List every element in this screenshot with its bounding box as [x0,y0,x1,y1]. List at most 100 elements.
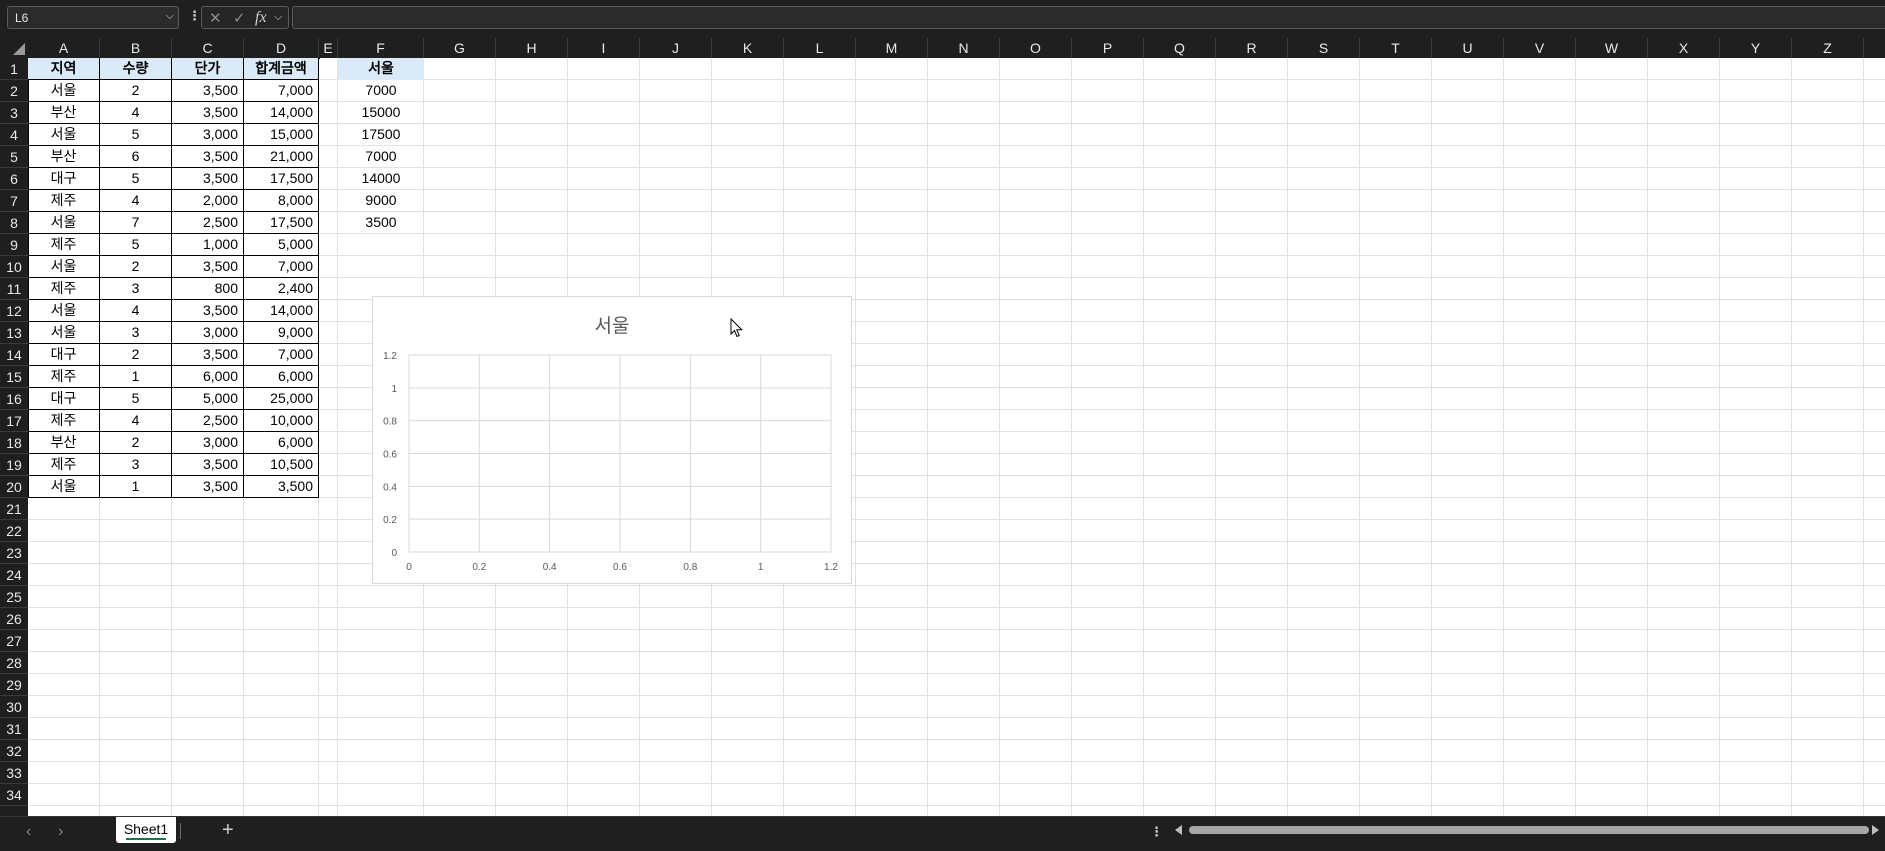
scroll-options-icon[interactable]: ⋮ [1150,824,1163,840]
table-cell[interactable]: 부산 [28,432,100,454]
table-header-cell[interactable]: 수량 [100,58,172,80]
table-cell[interactable]: 2,400 [244,278,319,300]
column-header-y[interactable]: Y [1720,38,1792,58]
table-cell[interactable]: 3 [100,454,172,476]
table-cell[interactable]: 3,500 [172,344,244,366]
table-cell[interactable]: 3,500 [172,102,244,124]
column-header-m[interactable]: M [856,38,928,58]
row-header-30[interactable]: 30 [0,696,28,718]
column-header-k[interactable]: K [712,38,784,58]
table-cell[interactable]: 7,000 [244,344,319,366]
table-cell[interactable]: 5 [100,234,172,256]
table-cell[interactable]: 대구 [28,168,100,190]
table-cell[interactable]: 제주 [28,190,100,212]
row-header-14[interactable]: 14 [0,344,28,366]
result-cell[interactable]: 7000 [338,80,424,102]
column-header-b[interactable]: B [100,38,172,58]
table-cell[interactable]: 서울 [28,476,100,498]
row-header-13[interactable]: 13 [0,322,28,344]
column-header-n[interactable]: N [928,38,1000,58]
column-header-p[interactable]: P [1072,38,1144,58]
row-header-15[interactable]: 15 [0,366,28,388]
table-cell[interactable]: 서울 [28,124,100,146]
column-header-l[interactable]: L [784,38,856,58]
row-header-19[interactable]: 19 [0,454,28,476]
row-header-5[interactable]: 5 [0,146,28,168]
table-cell[interactable]: 21,000 [244,146,319,168]
cancel-icon[interactable]: ✕ [209,9,222,27]
row-header-9[interactable]: 9 [0,234,28,256]
name-box[interactable]: L6 ⌵ [7,6,179,29]
row-header-29[interactable]: 29 [0,674,28,696]
column-header-t[interactable]: T [1360,38,1432,58]
table-cell[interactable]: 2,000 [172,190,244,212]
result-cell[interactable]: 3500 [338,212,424,234]
table-cell[interactable]: 7,000 [244,80,319,102]
table-cell[interactable]: 4 [100,102,172,124]
table-cell[interactable]: 대구 [28,388,100,410]
column-header-j[interactable]: J [640,38,712,58]
row-header-34[interactable]: 34 [0,784,28,806]
column-header-h[interactable]: H [496,38,568,58]
result-cell[interactable]: 14000 [338,168,424,190]
table-cell[interactable]: 15,000 [244,124,319,146]
column-header-i[interactable]: I [568,38,640,58]
table-cell[interactable]: 4 [100,410,172,432]
result-cell[interactable]: 9000 [338,190,424,212]
row-header-16[interactable]: 16 [0,388,28,410]
row-header-27[interactable]: 27 [0,630,28,652]
select-all-button[interactable] [0,38,28,58]
row-header-20[interactable]: 20 [0,476,28,498]
table-cell[interactable]: 제주 [28,234,100,256]
table-cell[interactable]: 3,500 [244,476,319,498]
table-cell[interactable]: 3,000 [172,322,244,344]
criteria-header-cell[interactable]: 서울 [338,58,424,80]
row-header-2[interactable]: 2 [0,80,28,102]
row-header-8[interactable]: 8 [0,212,28,234]
table-cell[interactable]: 제주 [28,454,100,476]
table-cell[interactable]: 2 [100,80,172,102]
column-header-u[interactable]: U [1432,38,1504,58]
result-cell[interactable]: 7000 [338,146,424,168]
row-header-6[interactable]: 6 [0,168,28,190]
row-header-10[interactable]: 10 [0,256,28,278]
table-cell[interactable]: 대구 [28,344,100,366]
row-header-23[interactable]: 23 [0,542,28,564]
table-cell[interactable]: 5 [100,124,172,146]
add-sheet-button[interactable]: + [222,819,234,842]
table-cell[interactable]: 9,000 [244,322,319,344]
table-cell[interactable]: 5,000 [244,234,319,256]
table-cell[interactable]: 서울 [28,212,100,234]
column-header-w[interactable]: W [1576,38,1648,58]
table-cell[interactable]: 제주 [28,410,100,432]
previous-sheet-icon[interactable]: ‹ [26,823,31,841]
table-cell[interactable]: 서울 [28,322,100,344]
column-header-g[interactable]: G [424,38,496,58]
table-cell[interactable]: 서울 [28,256,100,278]
chevron-down-icon[interactable]: ⌵ [166,10,174,23]
table-cell[interactable]: 10,500 [244,454,319,476]
table-cell[interactable]: 3,500 [172,300,244,322]
scroll-left-icon[interactable] [1175,825,1182,835]
table-cell[interactable]: 5 [100,168,172,190]
row-header-32[interactable]: 32 [0,740,28,762]
table-cell[interactable]: 3,500 [172,168,244,190]
table-cell[interactable]: 7 [100,212,172,234]
table-cell[interactable]: 2 [100,344,172,366]
result-cell[interactable]: 15000 [338,102,424,124]
row-header-1[interactable]: 1 [0,58,28,80]
chevron-down-icon[interactable]: ⌵ [274,11,282,24]
column-header-f[interactable]: F [338,38,424,58]
column-header-a[interactable]: A [28,38,100,58]
formula-input[interactable] [292,6,1885,29]
table-cell[interactable]: 800 [172,278,244,300]
column-header-z[interactable]: Z [1792,38,1864,58]
table-cell[interactable]: 서울 [28,80,100,102]
more-options-icon[interactable]: ⋮ [188,8,201,24]
table-cell[interactable]: 17,500 [244,212,319,234]
table-cell[interactable]: 1 [100,476,172,498]
row-header-33[interactable]: 33 [0,762,28,784]
worksheet-grid[interactable]: 서울 0 0.2 0.4 0.6 0.8 1 1.2 0 0.2 0.4 0.6 0.8 1 1.2 지역… [28,58,1885,816]
table-cell[interactable]: 6 [100,146,172,168]
table-cell[interactable]: 3 [100,322,172,344]
